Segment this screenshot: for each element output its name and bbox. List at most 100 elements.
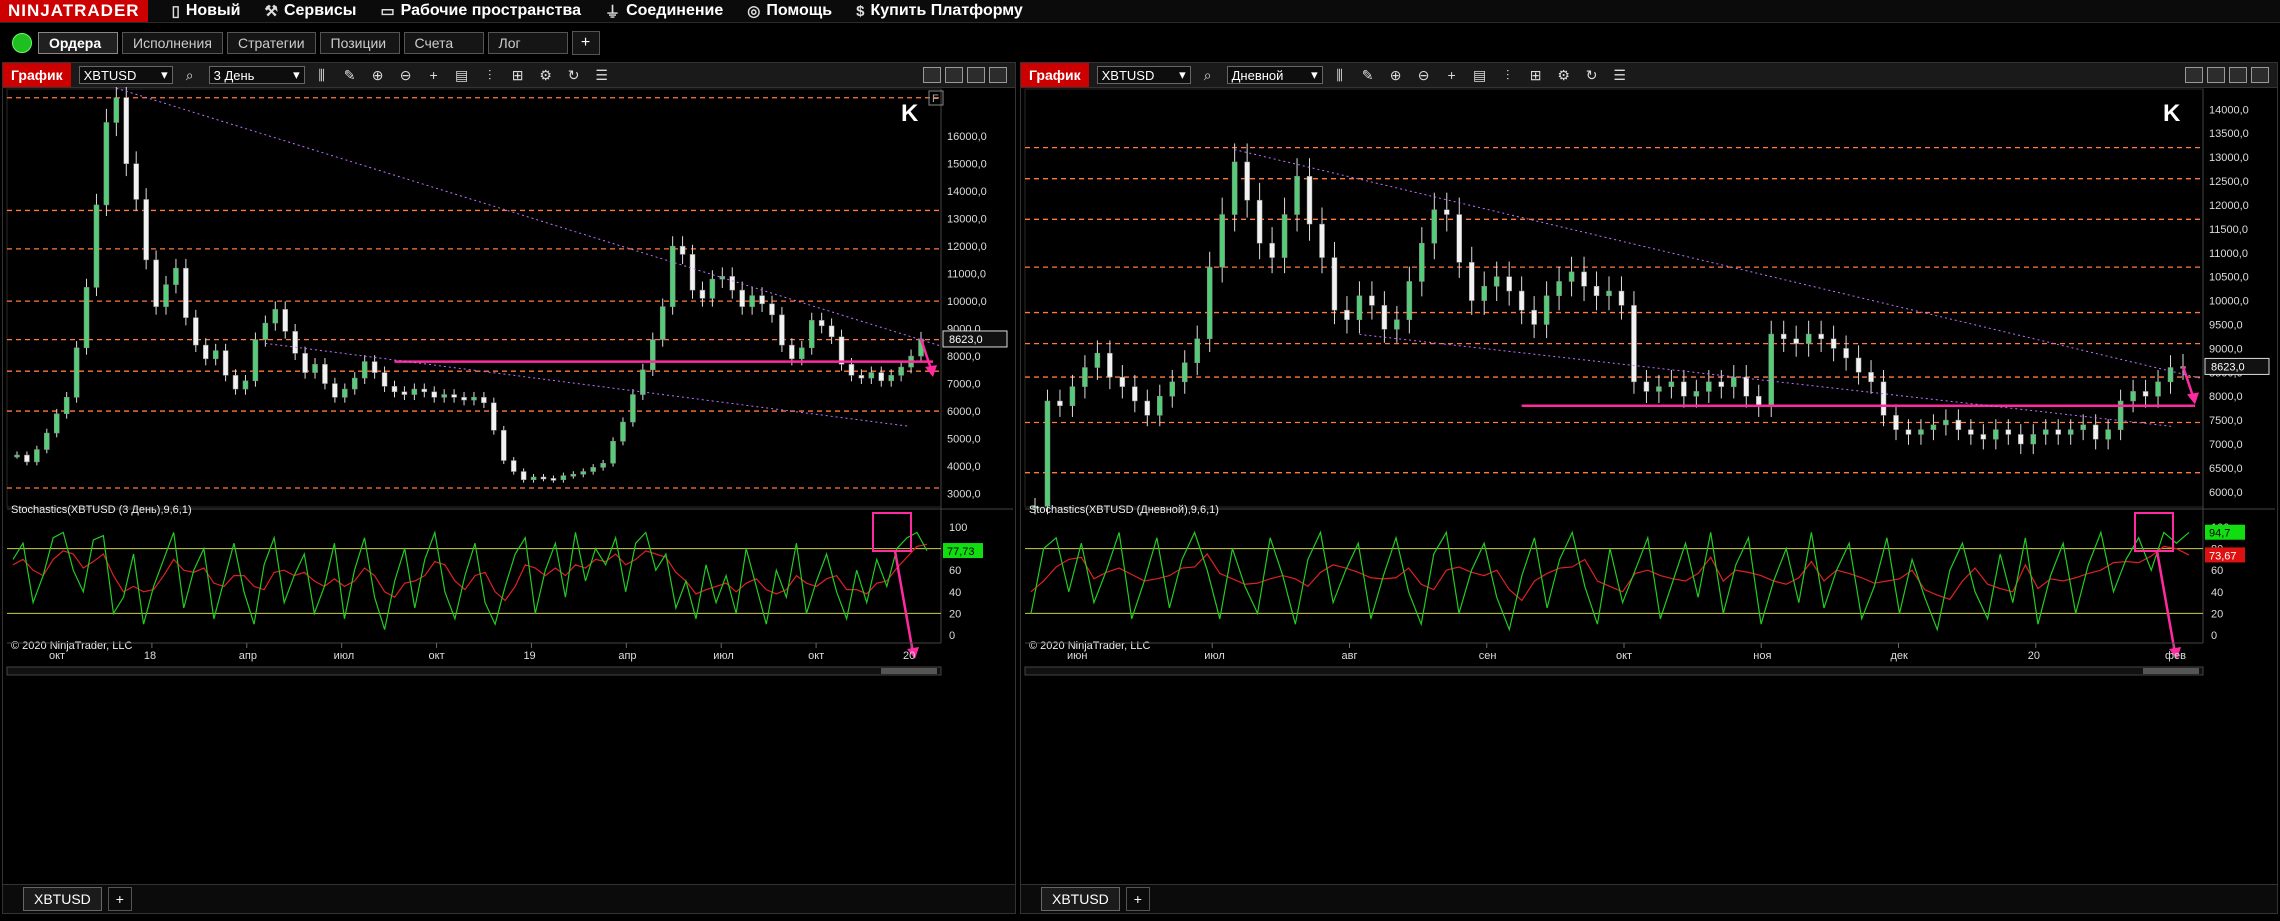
- search-icon[interactable]: ⌕: [179, 65, 201, 85]
- candle-body: [2092, 424, 2099, 440]
- tab-positions[interactable]: Позиции: [319, 32, 400, 54]
- candle-body: [838, 336, 845, 365]
- menu-list-icon[interactable]: ☰: [591, 65, 613, 85]
- help-lifebuoy-icon: ◎: [747, 3, 761, 20]
- stoch-d-line: [12, 543, 928, 602]
- candle-body: [153, 259, 159, 307]
- crosshair-icon[interactable]: +: [1441, 65, 1463, 85]
- chart-tab-xbtusd[interactable]: XBTUSD: [1041, 887, 1120, 911]
- tab-strategies[interactable]: Стратегии: [226, 32, 316, 54]
- menu-connection[interactable]: ⏚ Соединение: [605, 1, 723, 22]
- price-tick-label: 5000,0: [947, 434, 981, 446]
- bar-type-icon[interactable]: ⫼: [1329, 65, 1351, 85]
- horizontal-scrollbar: [1024, 666, 2204, 676]
- zoom-out-icon[interactable]: ⊖: [1413, 65, 1435, 85]
- drawing-pen-icon[interactable]: ✎: [339, 65, 361, 85]
- close-icon[interactable]: [989, 67, 1007, 83]
- price-chart-left[interactable]: 16000,0 15000,0 14000,0 13000,0 12000,0 11000…: [3, 87, 1015, 885]
- menu-workspaces-label: Рабочие пространства: [400, 2, 582, 19]
- indicators-icon[interactable]: ⫶: [479, 65, 501, 85]
- period-selector[interactable]: 3 День ▾: [208, 66, 305, 84]
- chart-tab-xbtusd[interactable]: XBTUSD: [23, 887, 102, 911]
- add-chart-tab-button[interactable]: +: [1125, 887, 1150, 911]
- candle-body: [1157, 395, 1163, 416]
- bar-type-icon[interactable]: ⫼: [311, 65, 333, 85]
- add-chart-tab-button[interactable]: +: [107, 887, 132, 911]
- menu-help[interactable]: ◎ Помощь: [747, 2, 832, 20]
- search-icon[interactable]: ⌕: [1197, 65, 1219, 85]
- properties-icon[interactable]: ⚙: [1553, 65, 1575, 85]
- reload-icon[interactable]: ↻: [563, 65, 585, 85]
- candle-body: [1531, 309, 1537, 325]
- last-price-label: 8623,0: [949, 334, 983, 346]
- menu-buy-platform[interactable]: $ Купить Платформу: [856, 2, 1023, 20]
- candle-body: [1893, 415, 1899, 430]
- zoom-in-icon[interactable]: ⊕: [1385, 65, 1407, 85]
- close-icon[interactable]: [2251, 67, 2269, 83]
- candle-body: [1805, 333, 1812, 344]
- maximize-icon[interactable]: [2229, 67, 2247, 83]
- candle-body: [868, 372, 875, 379]
- tab-accounts[interactable]: Счета: [403, 32, 484, 54]
- stoch-arrow-shaft: [893, 550, 915, 654]
- strategies-icon[interactable]: ⊞: [1525, 65, 1547, 85]
- window-controls: [923, 67, 1007, 83]
- candle-body: [1456, 214, 1463, 263]
- price-tick-label: 12500,0: [2209, 176, 2249, 188]
- candle-body: [302, 353, 308, 373]
- candle-body: [461, 397, 467, 401]
- candle-body: [650, 339, 656, 371]
- chevron-down-icon: ▾: [161, 67, 168, 82]
- menu-list-icon[interactable]: ☰: [1609, 65, 1631, 85]
- candle-body: [828, 325, 835, 338]
- candle-body: [669, 245, 676, 307]
- properties-icon[interactable]: ⚙: [535, 65, 557, 85]
- candle-body: [63, 397, 70, 415]
- time-tick-label: 20: [903, 650, 915, 662]
- price-tick-label: 14000,0: [2209, 104, 2249, 116]
- candle-body: [1880, 381, 1887, 416]
- price-chart-right[interactable]: 14000,0 13500,0 13000,0 12500,0 12000,0 11500…: [1021, 87, 2277, 885]
- data-box-icon[interactable]: ▤: [1469, 65, 1491, 85]
- candle-body: [342, 388, 348, 398]
- candle-body: [679, 245, 686, 255]
- candle-body: [2167, 367, 2174, 383]
- tab-orders[interactable]: Ордера: [38, 32, 118, 54]
- candle-body: [1244, 161, 1250, 201]
- menu-services[interactable]: ⚒ Сервисы: [265, 2, 357, 20]
- reload-icon[interactable]: ↻: [1581, 65, 1603, 85]
- add-tab-button[interactable]: +: [571, 31, 600, 55]
- tab-log[interactable]: Лог: [487, 32, 568, 54]
- candle-body: [1132, 386, 1138, 402]
- tile-icon[interactable]: [2207, 67, 2225, 83]
- minimize-icon[interactable]: [923, 67, 941, 83]
- strategies-icon[interactable]: ⊞: [507, 65, 529, 85]
- menu-workspaces[interactable]: ▭ Рабочие пространства: [380, 2, 581, 20]
- time-tick-label: дек: [1891, 650, 1909, 662]
- crosshair-icon[interactable]: +: [423, 65, 445, 85]
- zoom-out-icon[interactable]: ⊖: [395, 65, 417, 85]
- scrollbar-thumb: [2143, 668, 2199, 674]
- down-arrow-head: [2187, 392, 2199, 405]
- candle-body: [689, 254, 696, 291]
- data-box-icon[interactable]: ▤: [451, 65, 473, 85]
- tab-executions[interactable]: Исполнения: [122, 32, 223, 54]
- price-tick-label: 13000,0: [2209, 152, 2249, 164]
- tile-icon[interactable]: [945, 67, 963, 83]
- time-tick-label: окт: [808, 650, 824, 662]
- drawing-pen-icon[interactable]: ✎: [1357, 65, 1379, 85]
- indicators-icon[interactable]: ⫶: [1497, 65, 1519, 85]
- price-tick-label: 11000,0: [947, 269, 986, 281]
- maximize-icon[interactable]: [967, 67, 985, 83]
- minimize-icon[interactable]: [2185, 67, 2203, 83]
- period-selector[interactable]: Дневной ▾: [1226, 66, 1323, 84]
- menu-new[interactable]: ▯ Новый: [172, 2, 241, 20]
- zoom-in-icon[interactable]: ⊕: [367, 65, 389, 85]
- instrument-selector[interactable]: XBTUSD ▾: [78, 66, 173, 84]
- candle-body: [818, 320, 825, 327]
- candle-body: [1256, 199, 1263, 244]
- candle-body: [1618, 290, 1625, 306]
- ninjatrader-k-icon: K: [901, 100, 919, 127]
- instrument-selector[interactable]: XBTUSD ▾: [1096, 66, 1191, 84]
- candle-body: [739, 289, 745, 307]
